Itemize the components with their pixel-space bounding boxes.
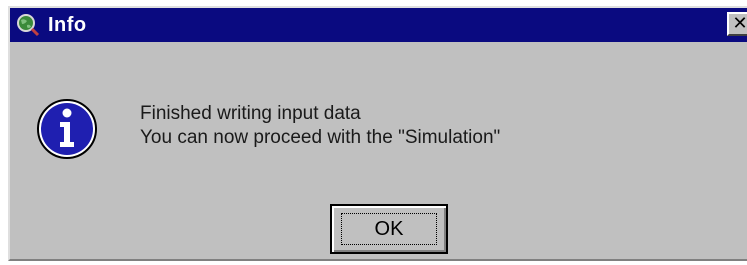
ok-button-label: OK: [341, 213, 437, 245]
message-line-1: Finished writing input data: [140, 103, 361, 124]
message-line-2: You can now proceed with the "Simulation…: [140, 127, 501, 148]
title-bar[interactable]: Info ✕: [10, 8, 747, 44]
globe-magnifier-icon: [14, 12, 42, 38]
message-text: Finished writing input data You can now …: [140, 102, 500, 150]
info-dialog: Info ✕ Finished writing input data You c…: [8, 6, 747, 261]
window-title: Info: [48, 13, 87, 36]
ok-button[interactable]: OK: [330, 204, 448, 254]
info-icon: [37, 99, 97, 159]
close-icon: ✕: [732, 13, 747, 34]
close-button[interactable]: ✕: [727, 12, 747, 36]
